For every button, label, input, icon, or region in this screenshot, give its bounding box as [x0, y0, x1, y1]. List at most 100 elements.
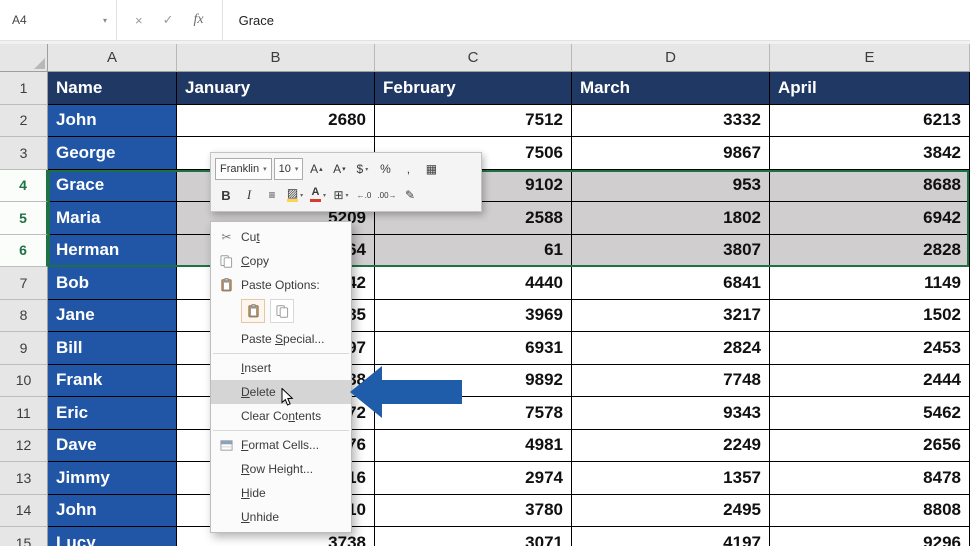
chevron-down-icon[interactable]: ▾ — [103, 16, 107, 25]
cell-D14[interactable]: 2495 — [572, 494, 770, 527]
menu-item-row-height[interactable]: Row Height... — [211, 457, 351, 481]
cell-A2[interactable]: John — [48, 104, 177, 137]
cancel-icon[interactable]: × — [135, 13, 143, 28]
row-header-8[interactable]: 8 — [0, 299, 48, 332]
cell-A11[interactable]: Eric — [48, 397, 177, 430]
decrease-decimal-button[interactable]: ←.0 — [353, 185, 375, 205]
cell-D4[interactable]: 953 — [572, 169, 770, 202]
row-header-1[interactable]: 1 — [0, 72, 48, 105]
cell-C6[interactable]: 61 — [375, 234, 572, 267]
borders-button[interactable]: ⊞ ▾ — [330, 185, 352, 205]
cell-A3[interactable]: George — [48, 137, 177, 170]
cell-D6[interactable]: 3807 — [572, 234, 770, 267]
cell-A13[interactable]: Jimmy — [48, 462, 177, 495]
cell-C15[interactable]: 3071 — [375, 527, 572, 546]
cell-D10[interactable]: 7748 — [572, 364, 770, 397]
cell-E14[interactable]: 8808 — [770, 494, 970, 527]
cell-E6[interactable]: 2828 — [770, 234, 970, 267]
cell-C14[interactable]: 3780 — [375, 494, 572, 527]
shrink-font-button[interactable]: A ▾ — [328, 159, 350, 179]
cell-C7[interactable]: 4440 — [375, 267, 572, 300]
cell-E1[interactable]: April — [770, 72, 970, 105]
cell-E15[interactable]: 9296 — [770, 527, 970, 546]
cell-D9[interactable]: 2824 — [572, 332, 770, 365]
row-header-13[interactable]: 13 — [0, 462, 48, 495]
row-header-12[interactable]: 12 — [0, 429, 48, 462]
cell-A1[interactable]: Name — [48, 72, 177, 105]
cell-E12[interactable]: 2656 — [770, 429, 970, 462]
cell-A4[interactable]: Grace — [48, 169, 177, 202]
format-table-button[interactable]: ▦ — [420, 159, 442, 179]
cell-A8[interactable]: Jane — [48, 299, 177, 332]
column-header-d[interactable]: D — [572, 44, 770, 72]
cell-D13[interactable]: 1357 — [572, 462, 770, 495]
italic-button[interactable]: I — [238, 185, 260, 205]
row-header-4[interactable]: 4 — [0, 169, 48, 202]
cell-A10[interactable]: Frank — [48, 364, 177, 397]
row-header-2[interactable]: 2 — [0, 104, 48, 137]
row-header-15[interactable]: 15 — [0, 527, 48, 546]
cell-A14[interactable]: John — [48, 494, 177, 527]
row-header-9[interactable]: 9 — [0, 332, 48, 365]
cell-D15[interactable]: 4197 — [572, 527, 770, 546]
accounting-button[interactable]: $ ▾ — [351, 159, 373, 179]
fill-color-button[interactable]: ▨ ▾ — [284, 185, 306, 205]
percent-button[interactable]: % — [374, 159, 396, 179]
align-center-button[interactable]: ≡ — [261, 185, 283, 205]
cell-E9[interactable]: 2453 — [770, 332, 970, 365]
formula-input[interactable]: Grace — [223, 0, 970, 40]
grow-font-button[interactable]: A ▴ — [305, 159, 327, 179]
column-header-a[interactable]: A — [48, 44, 177, 72]
font-size-select[interactable]: 10 ▾ — [273, 158, 304, 180]
font-name-select[interactable]: Franklin ▾ — [215, 158, 272, 180]
cell-E8[interactable]: 1502 — [770, 299, 970, 332]
paste-values-icon[interactable] — [270, 299, 294, 323]
paste-keep-formatting-icon[interactable] — [241, 299, 265, 323]
row-header-14[interactable]: 14 — [0, 494, 48, 527]
cell-D5[interactable]: 1802 — [572, 202, 770, 235]
menu-item-cut[interactable]: ✂ Cut — [211, 225, 351, 249]
cell-E5[interactable]: 6942 — [770, 202, 970, 235]
cell-A5[interactable]: Maria — [48, 202, 177, 235]
cell-C13[interactable]: 2974 — [375, 462, 572, 495]
menu-item-unhide[interactable]: Unhide — [211, 505, 351, 529]
cell-E10[interactable]: 2444 — [770, 364, 970, 397]
cell-A9[interactable]: Bill — [48, 332, 177, 365]
column-header-e[interactable]: E — [770, 44, 970, 72]
cell-D8[interactable]: 3217 — [572, 299, 770, 332]
cell-C1[interactable]: February — [375, 72, 572, 105]
cell-D2[interactable]: 3332 — [572, 104, 770, 137]
menu-item-insert[interactable]: Insert — [211, 356, 351, 380]
row-header-7[interactable]: 7 — [0, 267, 48, 300]
row-header-10[interactable]: 10 — [0, 364, 48, 397]
column-header-b[interactable]: B — [177, 44, 375, 72]
cell-E13[interactable]: 8478 — [770, 462, 970, 495]
cell-D1[interactable]: March — [572, 72, 770, 105]
cell-C2[interactable]: 7512 — [375, 104, 572, 137]
enter-icon[interactable]: ✓ — [163, 12, 174, 28]
menu-item-hide[interactable]: Hide — [211, 481, 351, 505]
cell-E2[interactable]: 6213 — [770, 104, 970, 137]
cell-E3[interactable]: 3842 — [770, 137, 970, 170]
row-header-11[interactable]: 11 — [0, 397, 48, 430]
row-header-3[interactable]: 3 — [0, 137, 48, 170]
menu-item-copy[interactable]: Copy — [211, 249, 351, 273]
cell-E11[interactable]: 5462 — [770, 397, 970, 430]
menu-item-paste-special[interactable]: Paste Special... — [211, 327, 351, 351]
cell-C12[interactable]: 4981 — [375, 429, 572, 462]
cell-D3[interactable]: 9867 — [572, 137, 770, 170]
insert-function-icon[interactable]: fx — [194, 12, 204, 28]
bold-button[interactable]: B — [215, 185, 237, 205]
name-box[interactable]: A4 ▾ — [0, 0, 117, 40]
cell-A7[interactable]: Bob — [48, 267, 177, 300]
menu-item-format-cells[interactable]: Format Cells... — [211, 433, 351, 457]
cell-E7[interactable]: 1149 — [770, 267, 970, 300]
cell-D11[interactable]: 9343 — [572, 397, 770, 430]
comma-button[interactable]: , — [397, 159, 419, 179]
cell-B1[interactable]: January — [177, 72, 375, 105]
row-header-6[interactable]: 6 — [0, 234, 48, 267]
column-header-c[interactable]: C — [375, 44, 572, 72]
cell-C8[interactable]: 3969 — [375, 299, 572, 332]
format-painter-button[interactable]: ✎ — [399, 185, 421, 205]
increase-decimal-button[interactable]: .00→ — [376, 185, 398, 205]
